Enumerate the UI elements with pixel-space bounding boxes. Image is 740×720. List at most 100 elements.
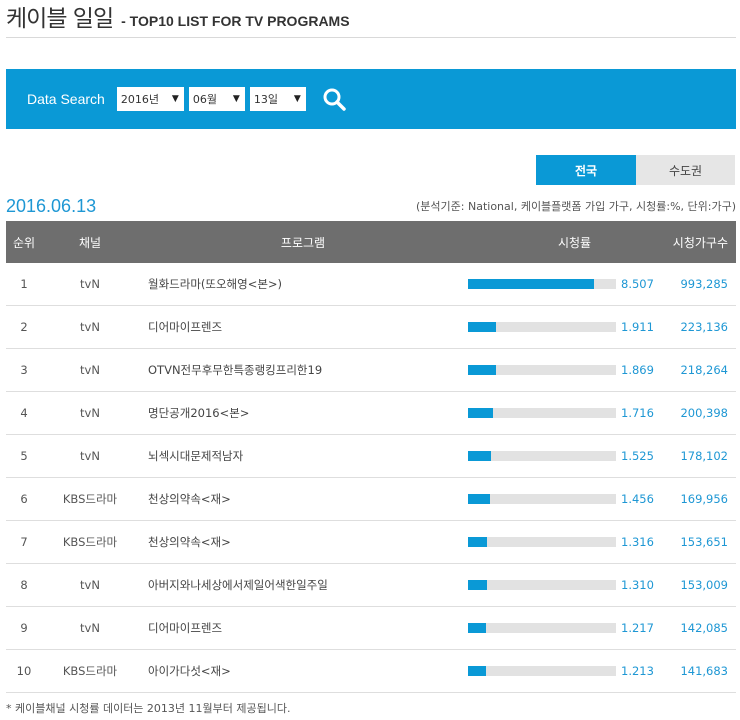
header-households: 시청가구수 xyxy=(672,235,728,250)
search-icon xyxy=(323,88,346,111)
rating-bar-fill xyxy=(468,494,490,504)
row-rating: 1.316 xyxy=(468,535,654,549)
day-select[interactable]: 13일 ▼ xyxy=(249,87,306,111)
row-rating: 1.911 xyxy=(468,320,654,334)
row-rating: 1.869 xyxy=(468,363,654,377)
row-program: 아버지와나세상에서제일어색한일주일 xyxy=(148,578,328,592)
rating-value: 1.213 xyxy=(621,664,654,678)
rating-bar-track xyxy=(468,365,616,375)
row-channel: tvN xyxy=(80,363,100,377)
row-channel: tvN xyxy=(80,578,100,592)
region-tabs: 전국 수도권 xyxy=(536,155,735,185)
ratings-table: 순위 채널 프로그램 시청률 시청가구수 1 tvN 월화드라마(또오해영<본>) 8… xyxy=(6,221,736,693)
table-row: 2 tvN 디어마이프렌즈 1.911 223,136 xyxy=(6,306,736,349)
row-households: 200,398 xyxy=(680,406,728,420)
row-households: 178,102 xyxy=(680,449,728,463)
month-select[interactable]: 06월 ▼ xyxy=(188,87,245,111)
triangle-down-icon: ▼ xyxy=(232,94,240,104)
row-channel: KBS드라마 xyxy=(62,535,118,549)
header-channel: 채널 xyxy=(78,235,102,250)
rating-bar-fill xyxy=(468,666,486,676)
tab-capital-area[interactable]: 수도권 xyxy=(636,155,735,185)
year-select-value: 2016년 xyxy=(120,93,159,106)
rating-value: 1.456 xyxy=(621,492,654,506)
rating-bar-fill xyxy=(468,408,494,418)
row-program: 디어마이프렌즈 xyxy=(148,621,223,635)
row-rating: 1.217 xyxy=(468,621,654,635)
rating-value: 8.507 xyxy=(621,277,654,291)
row-rank: 6 xyxy=(20,492,28,506)
rating-value: 1.217 xyxy=(621,621,654,635)
table-row: 7 KBS드라마 천상의약속<재> 1.316 153,651 xyxy=(6,521,736,564)
page-title: 케이블 일일 xyxy=(6,6,114,32)
rating-bar-track xyxy=(468,408,616,418)
date-row: 2016.06.13 (분석기준: National, 케이블플랫폼 가입 가구… xyxy=(6,194,736,218)
header-rating: 시청률 xyxy=(557,235,592,250)
row-channel: tvN xyxy=(80,449,100,463)
tab-national[interactable]: 전국 xyxy=(536,155,636,185)
header-rank: 순위 xyxy=(12,235,36,250)
row-rank: 1 xyxy=(20,277,28,291)
row-households: 169,956 xyxy=(680,492,728,506)
row-program: 디어마이프렌즈 xyxy=(148,320,223,334)
table-row: 1 tvN 월화드라마(또오해영<본>) 8.507 993,285 xyxy=(6,263,736,306)
header-program: 프로그램 xyxy=(280,235,326,250)
row-rank: 5 xyxy=(20,449,28,463)
rating-bar-track xyxy=(468,623,616,633)
year-select[interactable]: 2016년 ▼ xyxy=(116,87,184,111)
rating-bar-fill xyxy=(468,279,594,289)
row-rank: 4 xyxy=(20,406,28,420)
rating-value: 1.716 xyxy=(621,406,654,420)
rating-bar-fill xyxy=(468,623,486,633)
row-households: 218,264 xyxy=(680,363,728,377)
row-households: 153,651 xyxy=(680,535,728,549)
row-rank: 3 xyxy=(20,363,28,377)
rating-bar-track xyxy=(468,279,616,289)
rating-bar-track xyxy=(468,322,616,332)
rating-value: 1.310 xyxy=(621,578,654,592)
row-program: 천상의약속<재> xyxy=(148,535,231,549)
row-rating: 1.525 xyxy=(468,449,654,463)
row-channel: tvN xyxy=(80,277,100,291)
rating-bar-track xyxy=(468,494,616,504)
row-program: 뇌섹시대문제적남자 xyxy=(148,449,244,463)
rating-bar-fill xyxy=(468,537,488,547)
data-search-bar: Data Search 2016년 ▼ 06월 ▼ 13일 ▼ xyxy=(6,69,736,129)
rating-bar-fill xyxy=(468,322,497,332)
data-search-label: Data Search xyxy=(27,91,105,107)
row-program: 명단공개2016<본> xyxy=(148,406,250,420)
row-channel: KBS드라마 xyxy=(62,664,118,678)
row-households: 141,683 xyxy=(680,664,728,678)
row-rank: 2 xyxy=(20,320,28,334)
triangle-down-icon: ▼ xyxy=(171,94,179,104)
day-select-value: 13일 xyxy=(253,93,278,106)
month-select-value: 06월 xyxy=(192,93,217,106)
row-rating: 1.310 xyxy=(468,578,654,592)
row-channel: tvN xyxy=(80,320,100,334)
rating-value: 1.869 xyxy=(621,363,654,377)
row-channel: KBS드라마 xyxy=(62,492,118,506)
rating-value: 1.911 xyxy=(621,320,654,334)
analysis-note: (분석기준: National, 케이블플랫폼 가입 가구, 시청률:%, 단위… xyxy=(416,200,736,213)
page-subtitle: - TOP10 LIST FOR TV PROGRAMS xyxy=(121,13,350,29)
row-rating: 1.213 xyxy=(468,664,654,678)
rating-bar-track xyxy=(468,451,616,461)
row-rank: 8 xyxy=(20,578,28,592)
rating-bar-fill xyxy=(468,451,491,461)
row-channel: tvN xyxy=(80,621,100,635)
selected-date: 2016.06.13 xyxy=(6,195,97,216)
rating-value: 1.316 xyxy=(621,535,654,549)
triangle-down-icon: ▼ xyxy=(293,94,301,104)
row-program: 아이가다섯<재> xyxy=(148,664,231,678)
footnote: * 케이블채널 시청률 데이터는 2013년 11월부터 제공됩니다. xyxy=(6,702,291,715)
row-program: 월화드라마(또오해영<본>) xyxy=(148,277,283,291)
table-row: 6 KBS드라마 천상의약속<재> 1.456 169,956 xyxy=(6,478,736,521)
table-row: 8 tvN 아버지와나세상에서제일어색한일주일 1.310 153,009 xyxy=(6,564,736,607)
rating-bar-fill xyxy=(468,365,496,375)
search-button[interactable] xyxy=(321,86,347,112)
table-row: 5 tvN 뇌섹시대문제적남자 1.525 178,102 xyxy=(6,435,736,478)
table-row: 10 KBS드라마 아이가다섯<재> 1.213 141,683 xyxy=(6,650,736,693)
row-rank: 10 xyxy=(16,664,32,678)
row-households: 993,285 xyxy=(680,277,728,291)
table-row: 4 tvN 명단공개2016<본> 1.716 200,398 xyxy=(6,392,736,435)
